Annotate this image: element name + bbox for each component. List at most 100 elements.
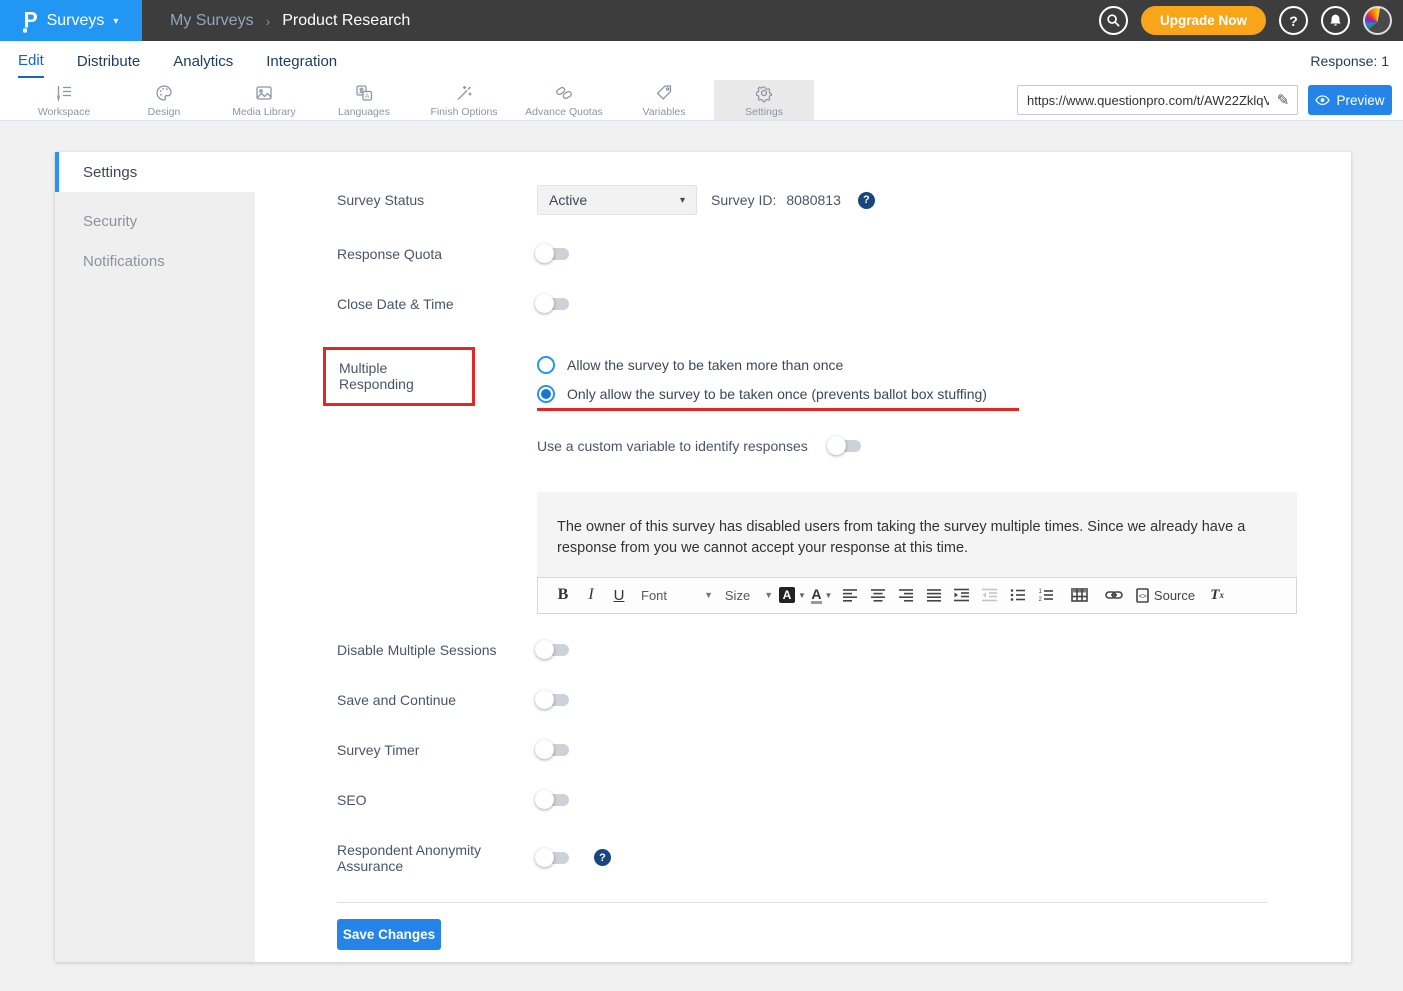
survey-timer-row: Survey Timer <box>337 742 1351 758</box>
notifications-button[interactable] <box>1321 6 1350 35</box>
source-button[interactable]: <> Source <box>1136 582 1195 608</box>
variables-tag-icon <box>654 83 674 103</box>
breadcrumb-separator-icon: › <box>266 13 271 29</box>
numbered-list-button[interactable]: 12 <box>1034 582 1058 608</box>
decrease-indent-button[interactable] <box>978 582 1002 608</box>
tool-tab-workspace[interactable]: Workspace <box>14 80 114 120</box>
survey-url-group: https://www.questionpro.com/t/AW22ZklqV … <box>1017 85 1298 115</box>
remove-format-button[interactable]: Tx <box>1205 582 1229 608</box>
background-color-icon: A <box>779 587 795 603</box>
tool-tab-label: Design <box>148 106 181 118</box>
user-avatar[interactable] <box>1363 6 1392 35</box>
tool-tab-design[interactable]: Design <box>114 80 214 120</box>
justify-button[interactable] <box>922 582 946 608</box>
respondent-anonymity-label: Respondent Anonymity Assurance <box>337 842 537 874</box>
eye-icon <box>1315 95 1330 106</box>
respondent-anonymity-help-icon[interactable]: ? <box>594 849 611 866</box>
tool-tab-languages[interactable]: A Languages <box>314 80 414 120</box>
response-count[interactable]: Response: 1 <box>1310 53 1389 69</box>
upgrade-now-button[interactable]: Upgrade Now <box>1141 6 1266 35</box>
tool-tab-label: Settings <box>745 106 783 118</box>
svg-text:<>: <> <box>1139 593 1147 600</box>
survey-url-input[interactable]: https://www.questionpro.com/t/AW22ZklqV <box>1018 93 1269 108</box>
tool-tab-settings[interactable]: Settings <box>714 80 814 120</box>
editor-toolbar: B I U Font ▼ Size ▼ A ▼ A ▼ <box>537 577 1297 614</box>
breadcrumb-my-surveys[interactable]: My Surveys <box>170 12 254 30</box>
settings-gear-icon <box>754 83 774 103</box>
respondent-anonymity-toggle[interactable] <box>537 852 569 864</box>
preview-button[interactable]: Preview <box>1308 85 1392 115</box>
tool-tab-variables[interactable]: Variables <box>614 80 714 120</box>
svg-text:1: 1 <box>1038 589 1042 595</box>
survey-status-select[interactable]: Active ▾ <box>537 185 697 215</box>
radio-option-label: Only allow the survey to be taken once (… <box>567 386 987 402</box>
radio-unselected-icon[interactable] <box>537 356 555 374</box>
italic-button[interactable]: I <box>579 582 603 608</box>
tool-tab-label: Media Library <box>232 106 296 118</box>
bold-button[interactable]: B <box>551 582 575 608</box>
product-switcher[interactable]: P Surveys ▾ <box>0 0 142 41</box>
preview-label: Preview <box>1336 93 1384 108</box>
close-date-label: Close Date & Time <box>337 296 537 312</box>
survey-status-label: Survey Status <box>337 192 537 208</box>
font-dropdown-label: Font <box>641 588 667 603</box>
insert-link-icon[interactable] <box>1102 582 1126 608</box>
disable-multiple-sessions-toggle[interactable] <box>537 644 569 656</box>
response-quota-toggle[interactable] <box>537 248 569 260</box>
close-date-toggle[interactable] <box>537 298 569 310</box>
seo-toggle[interactable] <box>537 794 569 806</box>
tab-distribute[interactable]: Distribute <box>77 44 140 77</box>
tool-tab-label: Languages <box>338 106 390 118</box>
source-label: Source <box>1154 588 1195 603</box>
chevron-down-icon: ▾ <box>113 16 118 27</box>
align-center-button[interactable] <box>866 582 890 608</box>
multiple-responding-options: Allow the survey to be taken more than o… <box>537 347 1019 411</box>
size-dropdown[interactable]: Size ▼ <box>723 582 775 608</box>
sidebar-item-security[interactable]: Security <box>55 201 255 241</box>
increase-indent-button[interactable] <box>950 582 974 608</box>
save-and-continue-toggle[interactable] <box>537 694 569 706</box>
save-changes-button[interactable]: Save Changes <box>337 919 441 950</box>
tool-tab-label: Advance Quotas <box>525 106 603 118</box>
background-color-button[interactable]: A ▼ <box>779 582 806 608</box>
chevron-down-icon: ▼ <box>798 591 806 600</box>
survey-nav: Edit Distribute Analytics Integration Re… <box>0 41 1403 80</box>
bullet-list-button[interactable] <box>1006 582 1030 608</box>
divider <box>337 902 1268 903</box>
survey-id-help-icon[interactable]: ? <box>858 192 875 209</box>
font-dropdown[interactable]: Font ▼ <box>635 582 719 608</box>
tab-edit[interactable]: Edit <box>18 43 44 78</box>
tab-analytics[interactable]: Analytics <box>173 44 233 77</box>
search-button[interactable] <box>1099 6 1128 35</box>
align-left-button[interactable] <box>838 582 862 608</box>
help-button[interactable]: ? <box>1279 6 1308 35</box>
align-right-button[interactable] <box>894 582 918 608</box>
tool-tab-finish-options[interactable]: Finish Options <box>414 80 514 120</box>
edit-url-pencil-icon[interactable]: ✎ <box>1269 91 1297 109</box>
tool-tab-advance-quotas[interactable]: Advance Quotas <box>514 80 614 120</box>
underline-button[interactable]: U <box>607 582 631 608</box>
text-color-icon: A <box>811 587 821 605</box>
sidebar-item-notifications[interactable]: Notifications <box>55 241 255 281</box>
custom-variable-toggle[interactable] <box>829 440 861 452</box>
editor-message-area[interactable]: The owner of this survey has disabled us… <box>537 492 1297 577</box>
remove-format-x: x <box>1219 590 1224 600</box>
radio-selected-icon[interactable] <box>537 385 555 403</box>
top-header: P Surveys ▾ My Surveys › Product Researc… <box>0 0 1403 41</box>
insert-table-button[interactable] <box>1068 582 1092 608</box>
tool-tab-label: Finish Options <box>430 106 497 118</box>
bell-icon <box>1328 13 1343 28</box>
disable-multiple-sessions-row: Disable Multiple Sessions <box>337 642 1351 658</box>
questionpro-logo-icon: P <box>24 9 38 31</box>
radio-option-more-than-once[interactable]: Allow the survey to be taken more than o… <box>537 356 1019 374</box>
radio-option-only-once[interactable]: Only allow the survey to be taken once (… <box>537 385 1019 403</box>
tool-tab-media-library[interactable]: Media Library <box>214 80 314 120</box>
text-color-button[interactable]: A ▼ <box>810 582 834 608</box>
survey-timer-toggle[interactable] <box>537 744 569 756</box>
tab-integration[interactable]: Integration <box>266 44 337 77</box>
survey-status-row: Survey Status Active ▾ Survey ID: 808081… <box>337 185 1351 215</box>
sidebar-item-settings[interactable]: Settings <box>55 152 255 192</box>
sidebar-item-label: Settings <box>83 164 137 181</box>
settings-sidebar: Settings Security Notifications <box>55 152 255 962</box>
chevron-down-icon: ▾ <box>680 195 685 206</box>
